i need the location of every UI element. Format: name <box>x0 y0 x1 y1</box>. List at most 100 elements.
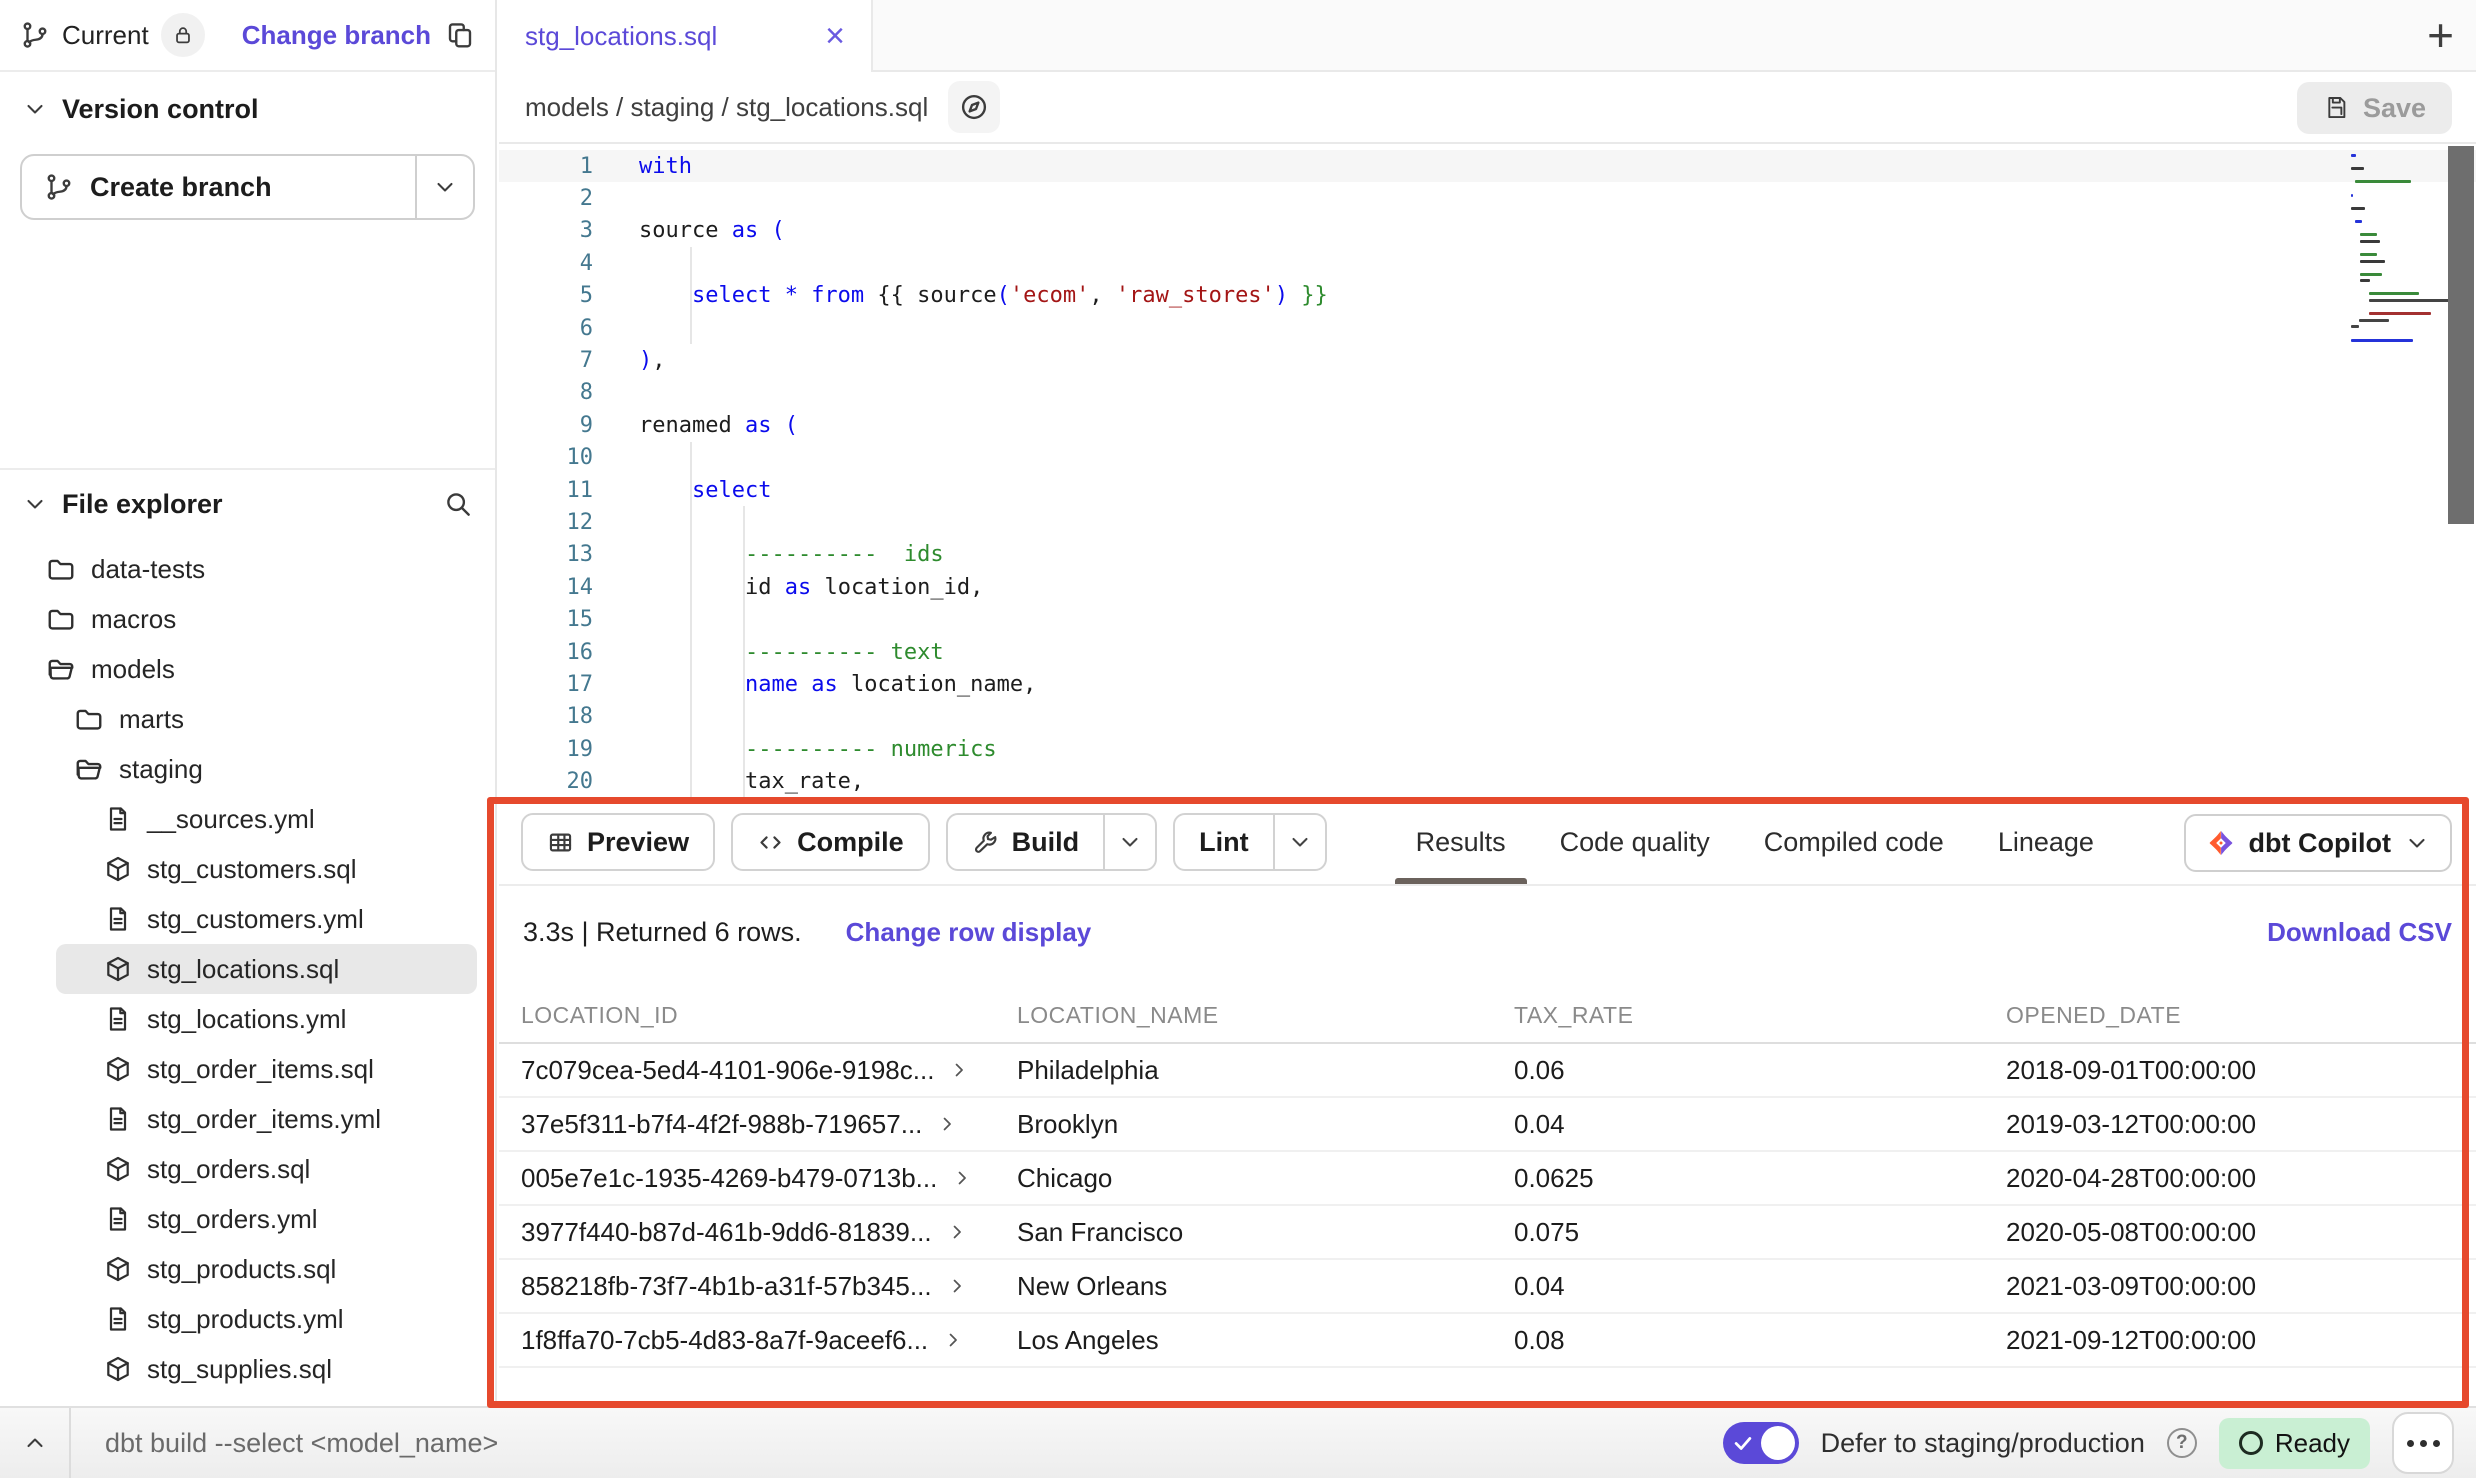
file-explorer-header[interactable]: File explorer <box>0 476 495 532</box>
create-branch-dropdown[interactable] <box>415 156 473 218</box>
file-name: stg_customers.sql <box>147 854 357 885</box>
create-branch-main[interactable]: Create branch <box>22 172 415 203</box>
close-icon[interactable]: × <box>825 19 845 53</box>
collapse-command-bar-button[interactable] <box>0 1408 71 1478</box>
change-row-display-link[interactable]: Change row display <box>846 917 1092 948</box>
code-line-5[interactable]: 5 select * from {{ source('ecom', 'raw_s… <box>499 280 2476 312</box>
code-line-11[interactable]: 11 select <box>499 474 2476 506</box>
search-icon[interactable] <box>443 489 473 519</box>
lint-button[interactable]: Lint <box>1173 813 1326 871</box>
line-number: 8 <box>499 380 611 405</box>
file-tree-item-stg-products-yml[interactable]: stg_products.yml <box>0 1294 495 1344</box>
expand-row-icon[interactable] <box>946 1221 968 1243</box>
tab-stg-locations-sql[interactable]: stg_locations.sql × <box>499 0 873 72</box>
file-tree-item-data-tests[interactable]: data-tests <box>0 544 495 594</box>
save-button[interactable]: Save <box>2297 82 2452 134</box>
expand-row-icon[interactable] <box>951 1167 973 1189</box>
code-line-18[interactable]: 18 <box>499 701 2476 733</box>
code-line-1[interactable]: 1with <box>499 150 2476 182</box>
tab-compiled-code[interactable]: Compiled code <box>1737 800 1971 884</box>
file-name: stg_orders.yml <box>147 1204 318 1235</box>
file-tree-item-marts[interactable]: marts <box>0 694 495 744</box>
file-tree-item-stg-orders-yml[interactable]: stg_orders.yml <box>0 1194 495 1244</box>
lint-dropdown[interactable] <box>1273 815 1325 869</box>
file-tree-item-stg-locations-yml[interactable]: stg_locations.yml <box>0 994 495 1044</box>
code-line-2[interactable]: 2 <box>499 182 2476 214</box>
file-tree-item-stg-order-items-yml[interactable]: stg_order_items.yml <box>0 1094 495 1144</box>
lineage-compass-button[interactable] <box>948 81 1000 133</box>
code-line-3[interactable]: 3source as ( <box>499 215 2476 247</box>
line-number: 9 <box>499 413 611 438</box>
folder-icon <box>74 704 104 734</box>
file-tree-item-stg-products-sql[interactable]: stg_products.sql <box>0 1244 495 1294</box>
expand-row-icon[interactable] <box>936 1113 958 1135</box>
copy-icon[interactable] <box>445 20 475 50</box>
line-number: 13 <box>499 542 611 567</box>
file-name: stg_locations.sql <box>147 954 339 985</box>
file-tree-item-stg-locations-sql[interactable]: stg_locations.sql <box>56 944 477 994</box>
code-line-13[interactable]: 13 ---------- ids <box>499 539 2476 571</box>
code-line-6[interactable]: 6 <box>499 312 2476 344</box>
new-tab-button[interactable]: + <box>2427 12 2454 58</box>
column-header-tax_rate: TAX_RATE <box>1514 1002 2006 1029</box>
code-line-16[interactable]: 16 ---------- text <box>499 636 2476 668</box>
save-label: Save <box>2363 93 2426 124</box>
code-line-19[interactable]: 19 ---------- numerics <box>499 733 2476 765</box>
file-tree-item-models[interactable]: models <box>0 644 495 694</box>
file-tree-item-staging[interactable]: staging <box>0 744 495 794</box>
line-number: 2 <box>499 186 611 211</box>
version-control-header[interactable]: Version control <box>0 82 495 136</box>
branch-lock-chip <box>161 13 205 57</box>
create-branch-button[interactable]: Create branch <box>20 154 475 220</box>
file-tree-item-macros[interactable]: macros <box>0 594 495 644</box>
opened-date: 2021-09-12T00:00:00 <box>2006 1325 2476 1356</box>
build-dropdown[interactable] <box>1103 815 1155 869</box>
file-icon <box>104 1005 132 1033</box>
line-number: 11 <box>499 478 611 503</box>
code-line-9[interactable]: 9renamed as ( <box>499 409 2476 441</box>
help-icon[interactable]: ? <box>2167 1428 2197 1458</box>
breadcrumb: models / staging / stg_locations.sql <box>525 92 928 123</box>
defer-toggle[interactable] <box>1723 1422 1799 1464</box>
file-tree-item-stg-order-items-sql[interactable]: stg_order_items.sql <box>0 1044 495 1094</box>
current-branch[interactable]: Current <box>20 13 205 57</box>
code-line-7[interactable]: 7), <box>499 344 2476 376</box>
tab-results[interactable]: Results <box>1389 800 1533 884</box>
table-row: 005e7e1c-1935-4269-b479-0713b...Chicago0… <box>499 1152 2476 1206</box>
change-branch-link[interactable]: Change branch <box>242 20 431 51</box>
line-number: 17 <box>499 672 611 697</box>
code-line-8[interactable]: 8 <box>499 377 2476 409</box>
preview-button[interactable]: Preview <box>521 813 715 871</box>
code-line-15[interactable]: 15 <box>499 603 2476 635</box>
tab-code-quality[interactable]: Code quality <box>1533 800 1737 884</box>
editor-scrollbar[interactable] <box>2448 146 2474 524</box>
download-csv-link[interactable]: Download CSV <box>2267 917 2452 948</box>
file-explorer-title: File explorer <box>62 489 223 520</box>
compile-button[interactable]: Compile <box>731 813 930 871</box>
expand-row-icon[interactable] <box>942 1329 964 1351</box>
expand-row-icon[interactable] <box>946 1275 968 1297</box>
minimap[interactable] <box>2351 154 2443 345</box>
code-text: ---------- text <box>611 640 944 665</box>
code-line-20[interactable]: 20 tax_rate, <box>499 765 2476 797</box>
command-input[interactable]: dbt build --select <model_name> <box>105 1428 498 1459</box>
file-tree-item-stg-supplies-sql[interactable]: stg_supplies.sql <box>0 1344 495 1394</box>
line-number: 16 <box>499 640 611 665</box>
line-number: 18 <box>499 704 611 729</box>
code-editor[interactable]: 1with 2 3source as (45 select * from {{ so… <box>499 146 2476 800</box>
build-button[interactable]: Build <box>946 813 1158 871</box>
line-number: 15 <box>499 607 611 632</box>
file-tree-item--sources-yml[interactable]: __sources.yml <box>0 794 495 844</box>
file-tree-item-stg-customers-yml[interactable]: stg_customers.yml <box>0 894 495 944</box>
code-line-12[interactable]: 12 <box>499 506 2476 538</box>
expand-row-icon[interactable] <box>948 1059 970 1081</box>
tab-lineage[interactable]: Lineage <box>1971 800 2121 884</box>
code-line-17[interactable]: 17 name as location_name, <box>499 668 2476 700</box>
more-options-button[interactable] <box>2392 1412 2454 1474</box>
code-line-10[interactable]: 10 <box>499 442 2476 474</box>
file-tree-item-stg-customers-sql[interactable]: stg_customers.sql <box>0 844 495 894</box>
file-tree-item-stg-orders-sql[interactable]: stg_orders.sql <box>0 1144 495 1194</box>
code-line-14[interactable]: 14 id as location_id, <box>499 571 2476 603</box>
dbt-copilot-button[interactable]: dbt Copilot <box>2184 814 2452 872</box>
code-line-4[interactable]: 4 <box>499 247 2476 279</box>
